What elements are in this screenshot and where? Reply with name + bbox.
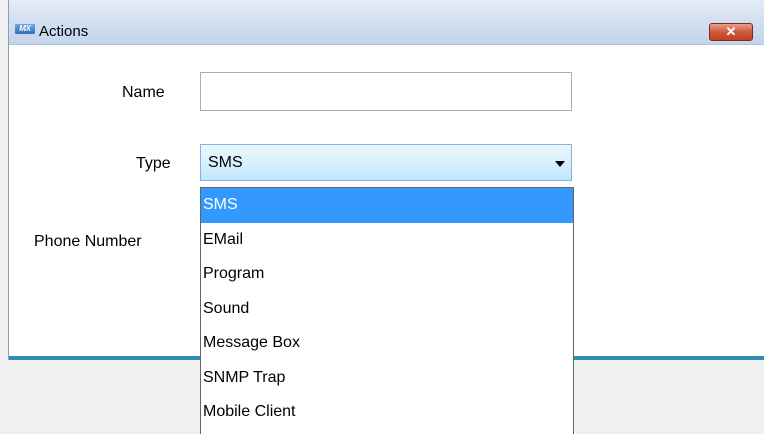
app-logo-icon: MX: [15, 24, 35, 34]
dropdown-option-snmp-trap[interactable]: SNMP Trap: [201, 361, 573, 396]
close-button[interactable]: ✕: [709, 23, 753, 41]
title-bar[interactable]: MX Actions ✕: [9, 0, 764, 45]
chevron-down-icon[interactable]: [555, 161, 565, 167]
dropdown-option-mobile-client[interactable]: Mobile Client: [201, 395, 573, 430]
phone-number-label: Phone Number: [34, 233, 142, 250]
dropdown-option-message-box[interactable]: Message Box: [201, 326, 573, 361]
name-input[interactable]: [200, 72, 572, 111]
type-dropdown-list: SMS EMail Program Sound Message Box SNMP…: [200, 187, 574, 434]
name-label: Name: [122, 84, 165, 101]
dropdown-option-sound[interactable]: Sound: [201, 292, 573, 327]
dropdown-option-program[interactable]: Program: [201, 257, 573, 292]
type-select[interactable]: SMS: [200, 144, 572, 181]
type-label: Type: [136, 155, 171, 172]
window-title: Actions: [39, 23, 89, 40]
dropdown-option-sms[interactable]: SMS: [201, 188, 573, 223]
dropdown-option-email[interactable]: EMail: [201, 223, 573, 258]
type-select-value: SMS: [208, 154, 243, 171]
